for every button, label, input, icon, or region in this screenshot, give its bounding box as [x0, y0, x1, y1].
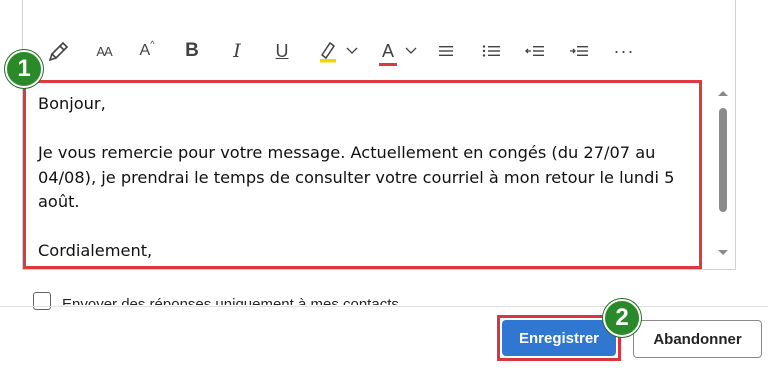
font-size-glyph: AA: [96, 43, 112, 59]
font-color-button[interactable]: A: [373, 36, 423, 66]
underline-label: U: [275, 40, 289, 61]
increase-indent-button[interactable]: [567, 36, 591, 66]
chevron-down-icon: [346, 47, 358, 54]
editor-line-closing: Cordialement,: [38, 241, 153, 260]
signature-editor[interactable]: Bonjour, Je vous remercie pour votre mes…: [23, 80, 702, 269]
numbered-list-button[interactable]: [479, 36, 503, 66]
editor-frame-bottom: [22, 269, 736, 270]
increase-indent-icon: [570, 46, 588, 56]
decrease-indent-button[interactable]: [523, 36, 547, 66]
format-painter-button[interactable]: [46, 36, 72, 66]
footer-divider: [0, 306, 768, 307]
editor-text[interactable]: Bonjour, Je vous remercie pour votre mes…: [38, 92, 698, 264]
bullet-list-icon: [439, 46, 453, 56]
save-button[interactable]: Enregistrer: [502, 320, 616, 356]
step-badge-2: 2: [603, 299, 641, 337]
editor-line-body: Je vous remercie pour votre message. Act…: [38, 143, 675, 211]
scroll-down-arrow-icon[interactable]: [715, 247, 731, 259]
underline-button[interactable]: U: [270, 36, 294, 66]
more-options-button[interactable]: ···: [611, 36, 637, 66]
italic-button[interactable]: I: [225, 36, 249, 66]
grow-font-button[interactable]: A ^: [134, 36, 160, 66]
font-color-swatch: [379, 62, 397, 66]
italic-label: I: [233, 40, 241, 62]
checkbox-label-clip: Envoyer des réponses uniquement à mes co…: [62, 296, 462, 305]
cancel-button[interactable]: Abandonner: [633, 320, 762, 358]
bullet-list-button[interactable]: [434, 36, 458, 66]
editor-frame-right: [735, 0, 736, 270]
bold-label: B: [185, 40, 199, 61]
editor-line-greeting: Bonjour,: [38, 94, 106, 113]
font-size-button[interactable]: AA: [91, 36, 117, 66]
more-options-label: ···: [613, 40, 635, 61]
checkbox-label: Envoyer des réponses uniquement à mes co…: [62, 296, 399, 305]
decrease-indent-icon: [525, 46, 544, 56]
grow-font-glyph: A: [139, 42, 151, 59]
step-badge-1: 1: [5, 50, 43, 88]
scrollbar-thumb[interactable]: [719, 108, 727, 212]
bold-button[interactable]: B: [180, 36, 204, 66]
highlight-color-button[interactable]: [312, 36, 362, 66]
chevron-down-icon: [405, 47, 417, 54]
format-painter-icon: [48, 41, 69, 62]
reply-contacts-only-checkbox[interactable]: [33, 292, 51, 310]
caret-up-icon: ^: [150, 39, 155, 49]
scroll-up-arrow-icon[interactable]: [715, 87, 731, 99]
numbered-list-icon: [482, 45, 500, 57]
highlighter-icon: [320, 41, 336, 63]
font-color-label: A: [381, 40, 394, 61]
